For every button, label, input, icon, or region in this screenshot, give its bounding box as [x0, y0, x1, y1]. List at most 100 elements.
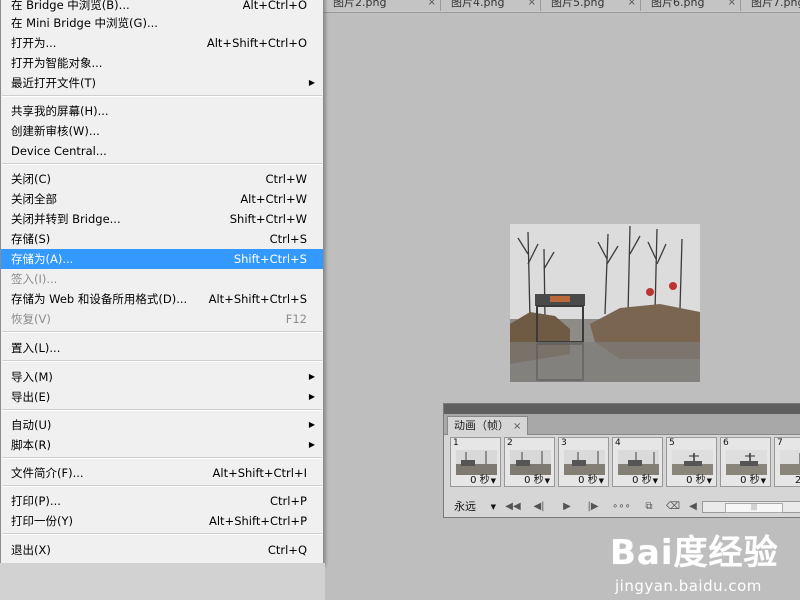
- doc-tab-2[interactable]: 图片2.png ×: [322, 0, 440, 11]
- doc-tab-5[interactable]: 图片5.png ×: [540, 0, 640, 11]
- first-frame-icon[interactable]: ◀◀: [504, 500, 522, 514]
- frame-delay[interactable]: 0 秒▼: [451, 475, 500, 487]
- frame-thumbnail: [780, 450, 800, 475]
- frame-number: 6: [723, 438, 729, 448]
- watermark-url: jingyan.baidu.com: [615, 577, 762, 595]
- panel-header[interactable]: [444, 404, 800, 414]
- canvas-photo[interactable]: [510, 224, 700, 382]
- menu-item-share-my-screen[interactable]: 共享我的屏幕(H)...: [1, 101, 323, 121]
- scroll-left-icon[interactable]: ◀: [684, 500, 702, 514]
- loop-select[interactable]: 永远 ▼: [446, 500, 498, 514]
- trash-icon[interactable]: ⌫: [664, 500, 682, 514]
- animation-frame[interactable]: 3 0 秒▼: [558, 437, 609, 487]
- menu-item-close-and-go-to-bridge[interactable]: 关闭并转到 Bridge... Shift+Ctrl+W: [1, 209, 323, 229]
- menu-item-device-central[interactable]: Device Central...: [1, 141, 323, 161]
- tween-icon[interactable]: ∘∘∘: [612, 500, 631, 514]
- duplicate-frame-icon[interactable]: ⧉: [640, 500, 658, 514]
- menu-item-label: 置入(L)...: [11, 341, 61, 355]
- menu-item-browse-in-mini-bridge[interactable]: 在 Mini Bridge 中浏览(G)...: [1, 13, 323, 33]
- menu-separator: [2, 163, 322, 165]
- tab-animation-label: 动画（帧）: [454, 419, 509, 432]
- menu-item-open-recent[interactable]: 最近打开文件(T) ▶: [1, 73, 323, 93]
- menu-separator: [2, 95, 322, 97]
- close-icon[interactable]: ×: [428, 0, 436, 11]
- menu-item-open-as-smart-object[interactable]: 打开为智能对象...: [1, 53, 323, 73]
- close-icon[interactable]: ×: [628, 0, 636, 11]
- menu-item-label: 创建新审核(W)...: [11, 124, 100, 138]
- menu-separator: [2, 360, 322, 362]
- menu-item-label: 在 Bridge 中浏览(B)...: [11, 0, 130, 12]
- menu-item-save-as[interactable]: 存储为(A)... Shift+Ctrl+S: [1, 249, 323, 269]
- previous-frame-icon[interactable]: ◀|: [530, 500, 548, 514]
- menu-item-check-in: 签入(I)...: [1, 269, 323, 289]
- menu-item-shortcut: Alt+Ctrl+W: [240, 192, 307, 206]
- status-strip: [0, 563, 325, 600]
- animation-frame[interactable]: 4 0 秒▼: [612, 437, 663, 487]
- menu-item-close[interactable]: 关闭(C) Ctrl+W: [1, 169, 323, 189]
- menu-item-file-info[interactable]: 文件简介(F)... Alt+Shift+Ctrl+I: [1, 463, 323, 483]
- menu-item-label: 关闭全部: [11, 192, 57, 206]
- menu-item-label: 导出(E): [11, 390, 51, 404]
- chevron-down-icon: ▼: [598, 477, 604, 485]
- close-icon[interactable]: ×: [728, 0, 736, 11]
- menu-item-print-one-copy[interactable]: 打印一份(Y) Alt+Shift+Ctrl+P: [1, 511, 323, 531]
- frame-number: 7: [777, 438, 783, 448]
- frame-thumbnail: [510, 450, 551, 475]
- animation-frame[interactable]: 7 2: [774, 437, 800, 487]
- menu-item-automate[interactable]: 自动(U) ▶: [1, 415, 323, 435]
- animation-frame[interactable]: 1 0 秒▼: [450, 437, 501, 487]
- scrollbar-thumb[interactable]: |||: [725, 503, 783, 513]
- menu-item-label: 打开为智能对象...: [11, 56, 103, 70]
- menu-item-shortcut: Ctrl+P: [269, 494, 307, 508]
- menu-item-close-all[interactable]: 关闭全部 Alt+Ctrl+W: [1, 189, 323, 209]
- baidu-jingyan-watermark: Bai度经验 jingyan.baidu.com: [610, 525, 800, 600]
- frame-delay[interactable]: 0 秒▼: [721, 475, 770, 487]
- menu-item-save[interactable]: 存储(S) Ctrl+S: [1, 229, 323, 249]
- doc-tab-6[interactable]: 图片6.png ×: [640, 0, 740, 11]
- doc-tab-label: 图片5.png: [551, 0, 605, 9]
- animation-panel: 动画（帧） × 1 0 秒▼ 2 0 秒▼ 3 0 秒▼ 4 0 秒▼ 5 0 秒…: [443, 403, 800, 518]
- frame-delay[interactable]: 0 秒▼: [505, 475, 554, 487]
- menu-item-label: 共享我的屏幕(H)...: [11, 104, 109, 118]
- menu-item-scripts[interactable]: 脚本(R) ▶: [1, 435, 323, 455]
- tab-animation-frames[interactable]: 动画（帧） ×: [447, 416, 529, 435]
- doc-tab-label: 图片2.png: [333, 0, 387, 9]
- doc-tab-4[interactable]: 图片4.png ×: [440, 0, 540, 11]
- doc-tab-7[interactable]: 图片7.png: [740, 0, 800, 11]
- menu-separator: [2, 485, 322, 487]
- menu-item-shortcut: Ctrl+S: [269, 232, 307, 246]
- frame-number: 5: [669, 438, 675, 448]
- menu-item-label: 自动(U): [11, 418, 52, 432]
- menu-item-label: 最近打开文件(T): [11, 76, 96, 90]
- menu-item-export[interactable]: 导出(E) ▶: [1, 387, 323, 407]
- animation-frame[interactable]: 5 0 秒▼: [666, 437, 717, 487]
- animation-frame[interactable]: 6 0 秒▼: [720, 437, 771, 487]
- menu-item-place[interactable]: 置入(L)...: [1, 338, 323, 358]
- chevron-down-icon: ▼: [706, 477, 712, 485]
- menu-item-import[interactable]: 导入(M) ▶: [1, 367, 323, 387]
- chevron-down-icon: ▼: [490, 503, 496, 511]
- frames-scrollbar[interactable]: |||: [702, 501, 800, 513]
- close-icon[interactable]: ×: [528, 0, 536, 11]
- menu-separator: [2, 331, 322, 333]
- frame-delay-value: 0 秒: [686, 475, 706, 486]
- close-icon[interactable]: ×: [513, 421, 521, 432]
- next-frame-icon[interactable]: |▶: [584, 500, 602, 514]
- menu-item-revert: 恢复(V) F12: [1, 309, 323, 329]
- chevron-down-icon: ▼: [760, 477, 766, 485]
- menu-item-open-as[interactable]: 打开为... Alt+Shift+Ctrl+O: [1, 33, 323, 53]
- play-icon[interactable]: ▶: [558, 500, 576, 514]
- menu-item-save-for-web[interactable]: 存储为 Web 和设备所用格式(D)... Alt+Shift+Ctrl+S: [1, 289, 323, 309]
- frame-delay[interactable]: 0 秒▼: [613, 475, 662, 487]
- frame-number: 2: [507, 438, 513, 448]
- frame-delay[interactable]: 0 秒▼: [559, 475, 608, 487]
- animation-frame[interactable]: 2 0 秒▼: [504, 437, 555, 487]
- menu-item-print[interactable]: 打印(P)... Ctrl+P: [1, 491, 323, 511]
- menu-separator: [2, 409, 322, 411]
- frame-delay[interactable]: 0 秒▼: [667, 475, 716, 487]
- submenu-arrow-icon: ▶: [308, 78, 315, 87]
- frame-number: 1: [453, 438, 459, 448]
- menu-item-exit[interactable]: 退出(X) Ctrl+Q: [1, 540, 323, 560]
- menu-item-create-new-review[interactable]: 创建新审核(W)...: [1, 121, 323, 141]
- frame-delay[interactable]: 2: [775, 475, 800, 487]
